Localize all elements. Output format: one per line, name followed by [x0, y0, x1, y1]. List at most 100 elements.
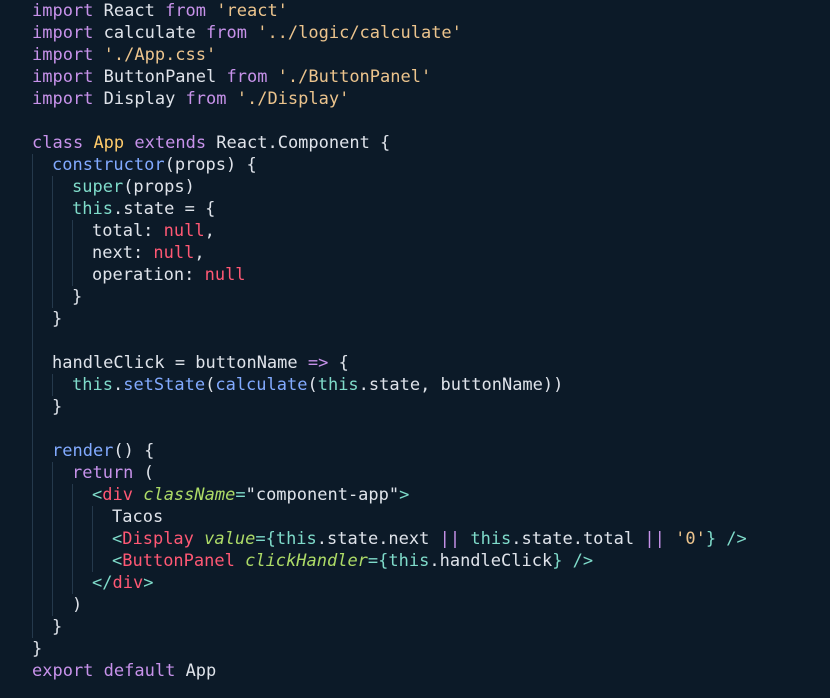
code-token-plain: "component-app": [245, 485, 400, 505]
code-line[interactable]: next: null,: [0, 242, 830, 264]
code-token-plain: .state.next: [316, 529, 440, 549]
code-token-plain: total:: [92, 221, 164, 241]
code-token-tagPunct: }: [552, 551, 563, 571]
code-token-plain: }: [32, 639, 43, 659]
code-line[interactable]: import Display from './Display': [0, 88, 830, 110]
code-token-tagPunct: />: [562, 551, 594, 571]
code-token-tagPunct: >: [399, 485, 410, 505]
indent-guide: [32, 286, 33, 308]
indent-guide: [32, 154, 33, 176]
code-token-plain: }: [72, 287, 83, 307]
code-token-thisKw: this: [72, 199, 113, 219]
code-token-plain: next:: [92, 243, 154, 263]
code-line[interactable]: }: [0, 616, 830, 638]
code-line-content: <div className="component-app">: [92, 484, 409, 506]
code-line[interactable]: }: [0, 286, 830, 308]
code-line[interactable]: }: [0, 396, 830, 418]
code-token-plain: ,: [204, 221, 215, 241]
indent-guide: [72, 550, 73, 572]
code-line[interactable]: export default App: [0, 660, 830, 682]
code-token-plain: React.Component {: [206, 133, 391, 153]
code-token-tag: div: [112, 573, 144, 593]
code-line-content: }: [32, 638, 42, 660]
code-line[interactable]: <Display value={this.state.next || this.…: [0, 528, 830, 550]
indent-guide: [52, 264, 53, 286]
code-line-content: this.state = {: [72, 198, 215, 220]
code-token-func: render: [52, 441, 114, 461]
indent-guide: [32, 264, 33, 286]
code-line[interactable]: import React from 'react': [0, 0, 830, 22]
code-line[interactable]: import ButtonPanel from './ButtonPanel': [0, 66, 830, 88]
indent-guide: [52, 198, 53, 220]
code-line[interactable]: [0, 330, 830, 352]
code-token-plain: ): [72, 595, 83, 615]
code-token-keyword: extends: [134, 133, 207, 153]
code-line-content: import Display from './Display': [32, 88, 349, 110]
code-area[interactable]: import React from 'react' import calculat…: [0, 0, 830, 682]
code-token-tagPunct: =: [235, 485, 246, 505]
code-line[interactable]: render() {: [0, 440, 830, 462]
code-line[interactable]: constructor(props) {: [0, 154, 830, 176]
code-token-tag: Display: [122, 529, 194, 549]
indent-guide: [32, 220, 33, 242]
code-line-content: import calculate from '../logic/calculat…: [32, 22, 462, 44]
code-token-func: setState: [123, 375, 206, 395]
code-token-tagPunct: <: [92, 485, 103, 505]
code-token-className: App: [93, 133, 125, 153]
code-line[interactable]: total: null,: [0, 220, 830, 242]
code-line[interactable]: </div>: [0, 572, 830, 594]
indent-guide: [32, 198, 33, 220]
code-line-content: ): [72, 594, 82, 616]
indent-guide: [32, 506, 33, 528]
code-line[interactable]: <ButtonPanel clickHandler={this.handleCl…: [0, 550, 830, 572]
code-line[interactable]: Tacos: [0, 506, 830, 528]
indent-guide: [72, 264, 73, 286]
code-token-punct: ||: [644, 529, 665, 549]
code-token-thisKw: this: [317, 375, 359, 395]
code-line-content: import './App.css': [32, 44, 216, 66]
code-token-plain: .state = {: [112, 199, 216, 219]
code-token-string: './ButtonPanel': [267, 67, 432, 87]
indent-guide: [72, 528, 73, 550]
code-editor[interactable]: import React from 'react' import calculat…: [0, 0, 830, 698]
code-token-plain: .handleClick: [429, 551, 553, 571]
code-token-null: null: [204, 265, 246, 285]
code-token-plain: calculate: [93, 23, 207, 43]
indent-guide: [92, 528, 93, 550]
indent-guide: [52, 242, 53, 264]
indent-guide: [52, 506, 53, 528]
code-line-content: operation: null: [92, 264, 246, 286]
code-token-keyword: export: [32, 661, 94, 681]
code-line-content: }: [52, 308, 62, 330]
code-token-func: calculate: [215, 375, 308, 395]
code-line[interactable]: super(props): [0, 176, 830, 198]
code-line[interactable]: import calculate from '../logic/calculat…: [0, 22, 830, 44]
code-line[interactable]: operation: null: [0, 264, 830, 286]
code-token-keyword: from: [226, 67, 268, 87]
code-line[interactable]: import './App.css': [0, 44, 830, 66]
code-line[interactable]: class App extends React.Component {: [0, 132, 830, 154]
indent-guide: [32, 528, 33, 550]
code-line[interactable]: [0, 110, 830, 132]
code-line[interactable]: return (: [0, 462, 830, 484]
indent-guide: [32, 374, 33, 396]
code-line[interactable]: this.setState(calculate(this.state, butt…: [0, 374, 830, 396]
code-token-plain: (props): [123, 177, 195, 197]
code-line-content: class App extends React.Component {: [32, 132, 390, 154]
code-line-content: super(props): [72, 176, 195, 198]
code-line[interactable]: handleClick = buttonName => {: [0, 352, 830, 374]
code-line[interactable]: ): [0, 594, 830, 616]
code-token-plain: ButtonPanel: [93, 67, 227, 87]
code-line-content: }: [52, 616, 62, 638]
code-line[interactable]: }: [0, 308, 830, 330]
code-token-tagPunct: </: [92, 573, 113, 593]
indent-guide: [72, 220, 73, 242]
code-line[interactable]: }: [0, 638, 830, 660]
code-token-keyword: return: [72, 463, 134, 483]
code-line[interactable]: this.state = {: [0, 198, 830, 220]
code-line[interactable]: [0, 418, 830, 440]
code-line[interactable]: <div className="component-app">: [0, 484, 830, 506]
